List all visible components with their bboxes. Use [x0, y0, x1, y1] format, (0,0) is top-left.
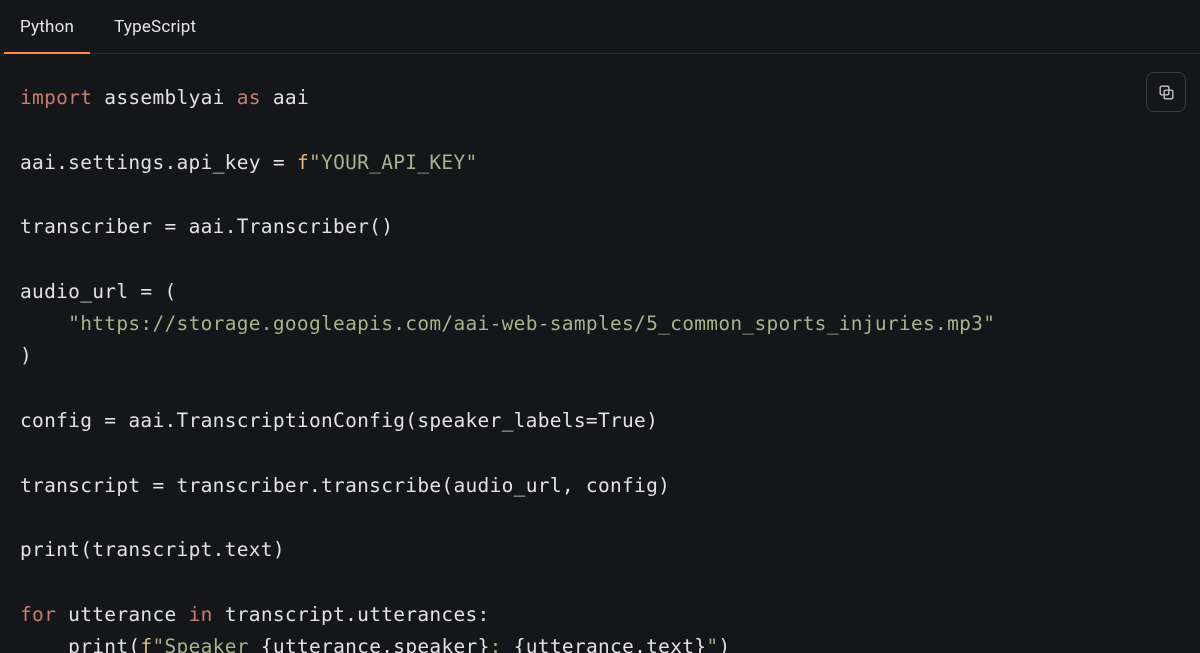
code-text: ) — [718, 635, 730, 653]
builtin-print: print — [68, 635, 128, 653]
keyword-in: in — [189, 603, 213, 626]
code-content: import assemblyai as aai aai.settings.ap… — [20, 82, 1180, 653]
copy-icon — [1157, 83, 1176, 102]
operator-eq: = — [164, 215, 176, 238]
fstring-prefix: f — [297, 151, 309, 174]
bool-literal: True — [598, 409, 646, 432]
space — [285, 151, 297, 174]
keyword-as: as — [237, 86, 261, 109]
alias-name: aai — [273, 86, 309, 109]
code-text: config — [20, 409, 104, 432]
string-literal: "https://storage.googleapis.com/aai-web-… — [68, 312, 995, 335]
operator-eq: = — [104, 409, 116, 432]
fstring-prefix: f — [140, 635, 152, 653]
operator-eq: = — [140, 280, 152, 303]
fstring-interp: {utterance.speaker} — [261, 635, 490, 653]
code-text: transcriber.transcribe(audio_url, config… — [165, 474, 671, 497]
code-text: transcript — [20, 474, 152, 497]
code-text: audio_url — [20, 280, 140, 303]
indent — [20, 312, 68, 335]
code-text: ( — [152, 280, 176, 303]
tab-bar: Python TypeScript — [0, 0, 1200, 54]
string-literal: "Speaker — [152, 635, 260, 653]
fstring-interp: {utterance.text} — [514, 635, 707, 653]
tab-label: Python — [20, 17, 74, 37]
copy-button[interactable] — [1146, 72, 1186, 112]
code-text: ( — [128, 635, 140, 653]
code-text: aai.settings.api_key — [20, 151, 273, 174]
code-text: aai.TranscriptionConfig(speaker_labels — [116, 409, 586, 432]
builtin-print: print — [20, 538, 80, 561]
string-literal: "YOUR_API_KEY" — [309, 151, 478, 174]
string-literal: : — [490, 635, 514, 653]
code-text: utterance — [56, 603, 188, 626]
string-literal: " — [706, 635, 718, 653]
code-text: ) — [646, 409, 658, 432]
code-text: aai.Transcriber() — [177, 215, 394, 238]
module-name: assemblyai — [104, 86, 224, 109]
keyword-import: import — [20, 86, 92, 109]
operator-eq: = — [152, 474, 164, 497]
operator-eq: = — [273, 151, 285, 174]
indent — [20, 635, 68, 653]
tab-typescript[interactable]: TypeScript — [94, 0, 216, 53]
code-text: transcriber — [20, 215, 164, 238]
operator-eq: = — [586, 409, 598, 432]
code-text: ) — [20, 344, 32, 367]
code-text: transcript.utterances: — [213, 603, 490, 626]
tab-python[interactable]: Python — [0, 0, 94, 53]
tab-label: TypeScript — [114, 17, 196, 37]
code-text: (transcript.text) — [80, 538, 285, 561]
keyword-for: for — [20, 603, 56, 626]
code-block: import assemblyai as aai aai.settings.ap… — [0, 54, 1200, 653]
